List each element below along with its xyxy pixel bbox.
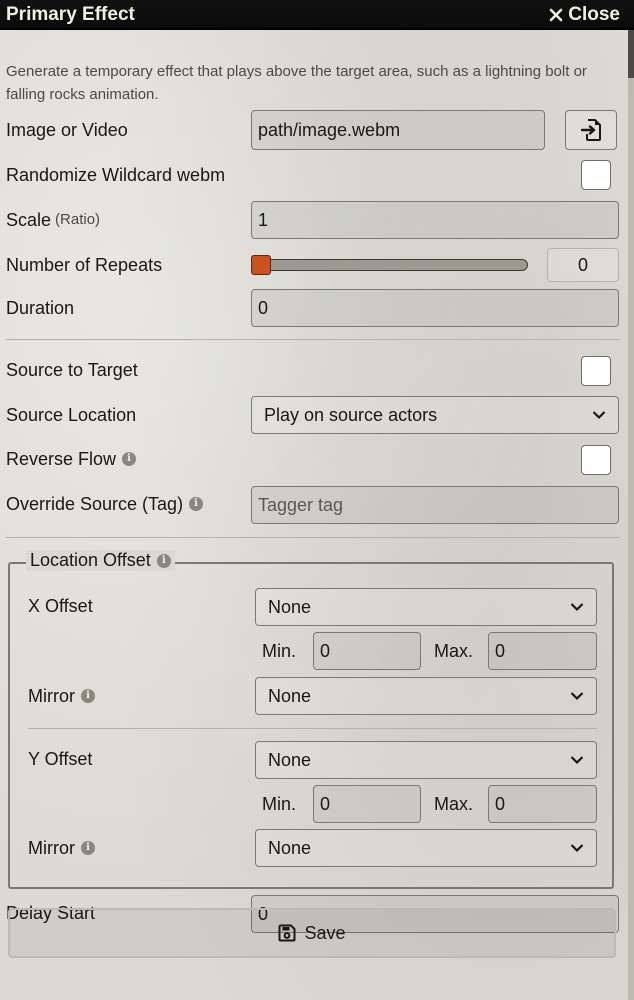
x-offset-select[interactable]: None xyxy=(255,588,597,626)
x-min-input[interactable]: 0 xyxy=(313,632,421,670)
y-max-input[interactable]: 0 xyxy=(488,785,597,823)
info-icon[interactable]: i xyxy=(189,497,204,511)
override-source-label: Override Source (Tag) i xyxy=(6,493,204,515)
y-min-input[interactable]: 0 xyxy=(313,785,421,823)
scale-value: 1 xyxy=(258,209,269,230)
repeats-label: Number of Repeats xyxy=(6,254,162,276)
chevron-down-icon xyxy=(570,692,584,701)
scale-input[interactable]: 1 xyxy=(251,201,619,239)
y-max-value: 0 xyxy=(495,793,506,814)
override-source-input[interactable]: Tagger tag xyxy=(251,486,619,524)
save-icon xyxy=(278,924,296,942)
chevron-down-icon xyxy=(570,844,584,853)
repeats-value-text: 0 xyxy=(577,254,588,275)
x-max-label: Max. xyxy=(434,641,474,661)
file-import-icon xyxy=(581,119,601,141)
x-mirror-label: Mirror i xyxy=(28,685,95,707)
y-mirror-label-text: Mirror xyxy=(28,838,75,858)
save-button[interactable]: Save xyxy=(8,908,616,958)
y-offset-select[interactable]: None xyxy=(255,741,597,779)
info-icon[interactable]: i xyxy=(81,689,95,703)
save-label: Save xyxy=(304,922,346,943)
divider xyxy=(28,728,597,729)
location-offset-legend-text: Location Offset xyxy=(30,550,151,570)
duration-label-text: Duration xyxy=(6,298,75,318)
duration-input[interactable]: 0 xyxy=(251,289,619,327)
x-offset-label: X Offset xyxy=(28,596,93,616)
scale-label-text: Scale xyxy=(6,210,52,230)
window-title: Primary Effect xyxy=(6,4,135,25)
x-max-input[interactable]: 0 xyxy=(488,632,597,670)
divider xyxy=(6,339,620,340)
repeats-label-text: Number of Repeats xyxy=(6,255,163,275)
repeats-value: 0 xyxy=(547,248,619,282)
x-min-value: 0 xyxy=(320,640,331,661)
duration-value: 0 xyxy=(258,297,269,318)
image-video-label: Image or Video xyxy=(6,119,128,141)
y-min-value: 0 xyxy=(320,793,331,814)
source-location-label-text: Source Location xyxy=(6,405,137,425)
source-location-select[interactable]: Play on source actors xyxy=(251,396,619,434)
file-picker-button[interactable] xyxy=(565,110,617,150)
override-source-placeholder: Tagger tag xyxy=(258,494,344,515)
reverse-flow-label-text: Reverse Flow xyxy=(6,449,117,469)
repeats-slider-track[interactable] xyxy=(251,259,528,271)
reverse-flow-label: Reverse Flow i xyxy=(6,448,137,470)
duration-label: Duration xyxy=(6,297,74,319)
x-mirror-select[interactable]: None xyxy=(255,677,597,715)
close-button[interactable]: Close xyxy=(549,4,620,26)
randomize-checkbox[interactable] xyxy=(581,160,611,190)
image-video-label-text: Image or Video xyxy=(6,120,128,140)
y-min-label: Min. xyxy=(262,794,297,814)
x-min-label: Min. xyxy=(262,641,297,661)
repeats-slider-thumb[interactable] xyxy=(251,255,271,275)
scrollbar[interactable] xyxy=(628,30,634,1000)
form-hint: Generate a temporary effect that plays a… xyxy=(6,63,587,103)
override-source-label-text: Override Source (Tag) xyxy=(6,494,184,514)
divider xyxy=(6,537,620,538)
location-offset-legend: Location Offset i xyxy=(26,550,175,571)
source-to-target-label-text: Source to Target xyxy=(6,360,138,380)
close-icon xyxy=(549,8,563,22)
y-offset-selected: None xyxy=(268,749,312,770)
x-offset-selected: None xyxy=(268,596,312,617)
source-location-selected: Play on source actors xyxy=(264,404,438,425)
image-video-value: path/image.webm xyxy=(258,119,401,140)
y-mirror-label: Mirror i xyxy=(28,837,95,859)
y-mirror-selected: None xyxy=(268,837,312,858)
x-mirror-selected: None xyxy=(268,685,312,706)
chevron-down-icon xyxy=(570,756,584,765)
source-to-target-label: Source to Target xyxy=(6,359,138,381)
y-offset-label: Y Offset xyxy=(28,749,93,769)
info-icon[interactable]: i xyxy=(122,452,137,466)
info-icon[interactable]: i xyxy=(156,553,171,568)
reverse-flow-checkbox[interactable] xyxy=(581,445,611,475)
randomize-label: Randomize Wildcard webm xyxy=(6,164,225,186)
source-location-label: Source Location xyxy=(6,404,136,426)
source-to-target-checkbox[interactable] xyxy=(581,356,611,386)
x-mirror-label-text: Mirror xyxy=(28,686,75,706)
form-content: Generate a temporary effect that plays a… xyxy=(0,30,628,1000)
y-mirror-select[interactable]: None xyxy=(255,829,597,867)
chevron-down-icon xyxy=(592,411,606,420)
image-video-input[interactable]: path/image.webm xyxy=(251,110,545,150)
chevron-down-icon xyxy=(570,603,584,612)
scale-label: Scale (Ratio) xyxy=(6,209,100,231)
y-max-label: Max. xyxy=(434,794,474,814)
x-max-value: 0 xyxy=(495,640,506,661)
close-label: Close xyxy=(568,4,620,25)
window-titlebar[interactable]: Primary Effect Close xyxy=(0,0,634,30)
primary-effect-window: Primary Effect Close Generate a temporar… xyxy=(0,0,634,1000)
info-icon[interactable]: i xyxy=(81,841,95,855)
scrollbar-thumb[interactable] xyxy=(628,30,634,78)
scale-ratio-hint: (Ratio) xyxy=(55,211,101,228)
randomize-label-text: Randomize Wildcard webm xyxy=(6,165,226,185)
